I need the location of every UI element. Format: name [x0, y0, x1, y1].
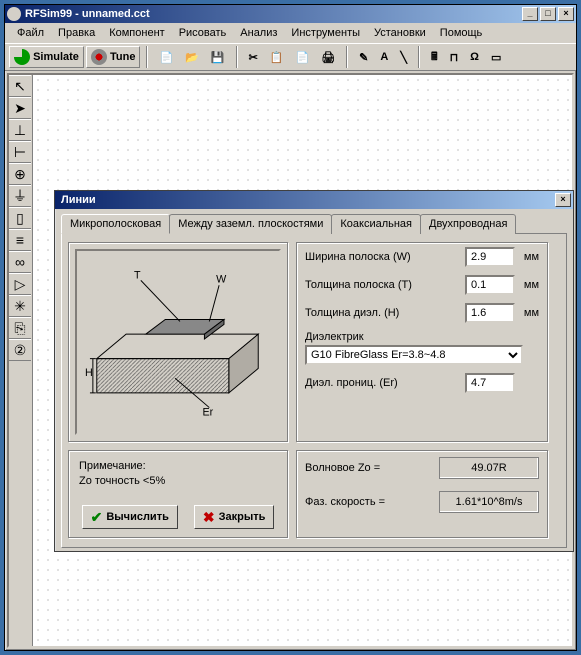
label-T: T [134, 269, 141, 281]
label-H: H [85, 367, 93, 379]
app-title: RFSim99 - unnamed.cct [25, 8, 520, 20]
save-button[interactable]: 💾 [206, 46, 230, 68]
tune-icon [91, 49, 107, 65]
minimize-button[interactable]: _ [522, 7, 538, 21]
menu-settings[interactable]: Установки [368, 25, 432, 41]
dialog-title: Линии [57, 194, 553, 206]
new-button[interactable]: 📄 [154, 46, 178, 68]
menubar: Файл Правка Компонент Рисовать Анализ Ин… [5, 23, 576, 43]
select-tool[interactable]: ↖ [9, 75, 31, 97]
refresh-icon [14, 49, 30, 65]
zo-value: 49.07R [439, 457, 539, 479]
menu-edit[interactable]: Правка [52, 25, 101, 41]
close-button[interactable]: × [558, 7, 574, 21]
resistor-tool[interactable]: ⊥ [9, 119, 31, 141]
diel-height-input[interactable] [465, 303, 515, 323]
material-select[interactable]: G10 FibreGlass Er=3.8~4.8 [305, 345, 523, 365]
calculate-button[interactable]: ✔Вычислить [82, 505, 178, 529]
diel-height-unit: мм [515, 307, 539, 319]
menu-draw[interactable]: Рисовать [173, 25, 233, 41]
amp-tool[interactable]: ▷ [9, 273, 31, 295]
inductor-tool[interactable]: ⊕ [9, 163, 31, 185]
vp-value: 1.61*10^8m/s [439, 491, 539, 513]
er-label: Диэл. прониц. (Er) [305, 377, 465, 389]
menu-analysis[interactable]: Анализ [234, 25, 283, 41]
menu-help[interactable]: Помощь [434, 25, 489, 41]
thickness-input[interactable] [465, 275, 515, 295]
note-line2: Zo точность <5% [79, 474, 277, 489]
er-input[interactable] [465, 373, 515, 393]
material-label: Диэлектрик [305, 331, 364, 343]
text-button[interactable]: A [375, 46, 393, 68]
port-tool[interactable]: ② [9, 339, 31, 361]
calculate-label: Вычислить [106, 511, 169, 523]
calc-button[interactable]: 🖩 [426, 46, 443, 68]
results-group: Волновое Zo = 49.07R Фаз. скорость = 1.6… [296, 450, 548, 538]
cut-button[interactable]: ✂ [244, 46, 263, 68]
width-label: Ширина полоска (W) [305, 251, 465, 263]
tab-twowire[interactable]: Двухпроводная [420, 214, 516, 234]
diel-height-label: Толщина диэл. (H) [305, 307, 465, 319]
tline-tool[interactable]: ≡ [9, 229, 31, 251]
width-input[interactable] [465, 247, 515, 267]
sparam-tool[interactable]: ⎘ [9, 317, 31, 339]
tab-microstrip[interactable]: Микрополосковая [61, 214, 170, 234]
tune-button[interactable]: Tune [86, 46, 141, 68]
menu-tools[interactable]: Инструменты [285, 25, 366, 41]
dialog-body: Микрополосковая Между заземл. плоскостям… [55, 209, 573, 552]
ground-tool[interactable]: ⏚ [9, 185, 31, 207]
erase-button[interactable]: ╲ [395, 46, 412, 68]
dialog-close-button[interactable]: × [555, 193, 571, 207]
wand-button[interactable]: ✎ [354, 46, 373, 68]
print-button[interactable]: 🖨 [316, 46, 340, 68]
lines-dialog: Линии × Микрополосковая Между заземл. пл… [54, 190, 574, 552]
inputs-group: Ширина полоска (W) мм Толщина полоска (T… [296, 242, 548, 442]
simulate-button[interactable]: Simulate [9, 46, 84, 68]
tab-stripline[interactable]: Между заземл. плоскостями [169, 214, 332, 234]
tab-coaxial[interactable]: Коаксиальная [331, 214, 421, 234]
main-toolbar: Simulate Tune 📄 📂 💾 ✂ 📋 📄 🖨 ✎ A ╲ 🖩 ⊓ Ω … [5, 43, 576, 71]
line-button[interactable]: ▭ [486, 46, 506, 68]
simulate-label: Simulate [33, 51, 79, 63]
tabs: Микрополосковая Между заземл. плоскостям… [61, 213, 567, 234]
toolbar-separator [146, 46, 148, 68]
zo-label: Волновое Zo = [305, 462, 439, 474]
xtal-tool[interactable]: ✳ [9, 295, 31, 317]
menu-file[interactable]: Файл [11, 25, 50, 41]
thickness-label: Толщина полоска (T) [305, 279, 465, 291]
main-titlebar: RFSim99 - unnamed.cct _ □ × [5, 5, 576, 23]
paste-button[interactable]: 📄 [290, 46, 314, 68]
note-group: Примечание: Zo точность <5% ✔Вычислить ✖… [68, 450, 288, 538]
microstrip-diagram: T W H Er [75, 249, 281, 435]
toolbar-separator [236, 46, 238, 68]
open-button[interactable]: 📂 [180, 46, 204, 68]
maximize-button[interactable]: □ [540, 7, 556, 21]
menu-component[interactable]: Компонент [103, 25, 170, 41]
vertical-toolbar: ↖ ➤ ⊥ ⊢ ⊕ ⏚ ▯ ≡ ∞ ▷ ✳ ⎘ ② [9, 75, 33, 646]
toolbar-separator [346, 46, 348, 68]
note-line1: Примечание: [79, 459, 277, 474]
filter-button[interactable]: ⊓ [445, 46, 464, 68]
width-unit: мм [515, 251, 539, 263]
tune-label: Tune [110, 51, 135, 63]
label-W: W [216, 273, 227, 285]
vp-label: Фаз. скорость = [305, 496, 439, 508]
close-dialog-button[interactable]: ✖ Закрыть [194, 505, 275, 529]
match-button[interactable]: Ω [465, 46, 484, 68]
thickness-unit: мм [515, 279, 539, 291]
x-icon: ✖ [203, 509, 215, 526]
copy-button[interactable]: 📋 [265, 46, 289, 68]
tab-content: T W H Er Ширина полоска (W) мм Толщ [61, 234, 567, 548]
close-label: Закрыть [219, 511, 266, 523]
toolbar-separator [418, 46, 420, 68]
diagram-group: T W H Er [68, 242, 288, 442]
label-Er: Er [202, 406, 213, 418]
crystal-tool[interactable]: ▯ [9, 207, 31, 229]
check-icon: ✔ [91, 509, 103, 526]
capacitor-tool[interactable]: ⊢ [9, 141, 31, 163]
dialog-titlebar: Линии × [55, 191, 573, 209]
pointer-tool[interactable]: ➤ [9, 97, 31, 119]
app-icon [7, 7, 21, 21]
transformer-tool[interactable]: ∞ [9, 251, 31, 273]
